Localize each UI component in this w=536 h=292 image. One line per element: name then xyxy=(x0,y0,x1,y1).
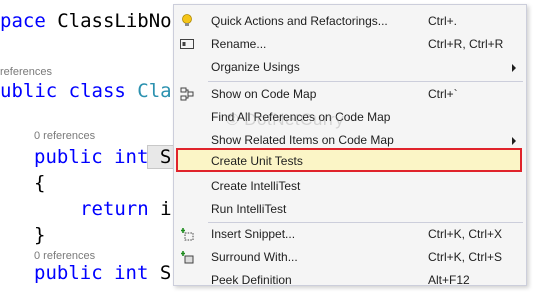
context-menu: Quick Actions and Refactorings... Ctrl+.… xyxy=(173,4,527,287)
menu-item-create-unit-tests[interactable]: Create Unit Tests xyxy=(176,148,522,172)
menu-item-create-intellitest[interactable]: Create IntelliTest xyxy=(175,175,525,198)
menu-item-shortcut: Alt+F12 xyxy=(428,273,470,287)
menu-item-peek-definition[interactable]: Peek Definition Alt+F12 xyxy=(175,269,525,292)
menu-item-organize-usings[interactable]: Organize Usings xyxy=(175,56,525,79)
menu-item-run-intellitest[interactable]: Run IntelliTest xyxy=(175,198,525,221)
menu-item-shortcut: Ctrl+` xyxy=(428,87,458,101)
code-line: { xyxy=(34,172,46,194)
menu-item-shortcut: Ctrl+K, Ctrl+S xyxy=(428,250,503,264)
menu-item-label: Find All References on Code Map xyxy=(211,110,391,124)
menu-item-label: Surround With... xyxy=(211,250,298,264)
menu-item-label: Create IntelliTest xyxy=(211,179,301,193)
code-token: ClassLibNor xyxy=(45,10,184,32)
rename-icon xyxy=(179,36,195,52)
menu-item-rename[interactable]: Rename... Ctrl+R, Ctrl+R xyxy=(175,33,525,56)
menu-item-shortcut: Ctrl+. xyxy=(428,14,458,28)
code-line: return i xyxy=(80,198,172,220)
menu-item-label: Organize Usings xyxy=(211,60,300,74)
menu-item-find-all-references-code-map[interactable]: Find All References on Code Map xyxy=(175,106,525,129)
menu-item-label: Show on Code Map xyxy=(211,87,317,101)
code-lens-references[interactable]: references xyxy=(0,66,52,78)
menu-item-shortcut: Ctrl+R, Ctrl+R xyxy=(428,37,504,51)
menu-item-label: Run IntelliTest xyxy=(211,202,287,216)
menu-item-label: Show Related Items on Code Map xyxy=(211,133,394,147)
submenu-arrow-icon xyxy=(512,137,516,145)
code-line: public int Su xyxy=(34,145,184,169)
code-token: return xyxy=(80,198,149,220)
menu-item-label: Rename... xyxy=(211,37,267,51)
code-line: public int Su xyxy=(34,262,183,284)
menu-item-shortcut: Ctrl+K, Ctrl+X xyxy=(428,227,503,241)
code-lens-references[interactable]: 0 references xyxy=(34,130,95,142)
menu-item-surround-with[interactable]: Surround With... Ctrl+K, Ctrl+S xyxy=(175,246,525,269)
code-token: int xyxy=(102,146,149,168)
submenu-arrow-icon xyxy=(512,64,516,72)
surround-icon xyxy=(179,249,195,265)
code-token: int xyxy=(102,262,149,284)
code-line: ublic class Clas xyxy=(0,80,183,102)
menu-item-label: Quick Actions and Refactorings... xyxy=(211,14,388,28)
menu-separator xyxy=(208,81,523,82)
snippet-icon xyxy=(179,226,195,242)
lightbulb-icon xyxy=(179,13,195,29)
menu-item-show-on-code-map[interactable]: Show on Code Map Ctrl+` xyxy=(175,83,525,106)
menu-item-label: Create Unit Tests xyxy=(211,154,303,168)
menu-item-label: Insert Snippet... xyxy=(211,227,296,241)
code-token: ublic xyxy=(0,80,58,102)
code-line: } xyxy=(34,224,46,246)
code-token: pace xyxy=(0,10,46,32)
menu-item-insert-snippet[interactable]: Insert Snippet... Ctrl+K, Ctrl+X xyxy=(175,223,525,246)
code-token: public xyxy=(34,262,103,284)
code-token: class xyxy=(57,80,126,102)
menu-item-quick-actions[interactable]: Quick Actions and Refactorings... Ctrl+. xyxy=(175,10,525,33)
code-lens-references[interactable]: 0 references xyxy=(34,250,95,262)
code-token: i xyxy=(148,198,172,220)
code-map-icon xyxy=(179,86,195,102)
code-token: public xyxy=(34,146,103,168)
code-line: pace ClassLibNor xyxy=(0,10,183,32)
menu-item-label: Peek Definition xyxy=(211,273,292,287)
